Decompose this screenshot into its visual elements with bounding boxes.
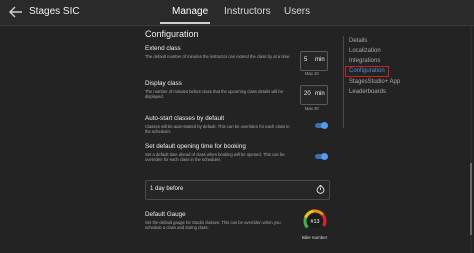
top-bar: Stages SIC Manage Instructors Users [0, 0, 474, 26]
main-content: Configuration Extend class The default n… [0, 26, 474, 253]
tab-users[interactable]: Users [284, 6, 310, 17]
gauge-label: Bike number [302, 235, 328, 240]
app-title: Stages SIC [29, 6, 80, 17]
display-class-title: Display class [145, 80, 182, 87]
sidenav-item-details[interactable]: Details [349, 38, 367, 44]
display-class-max: Max 30 [305, 106, 319, 111]
booking-opening-select[interactable]: 1 day before [145, 180, 330, 200]
sidenav-item-integrations[interactable]: Integrations [349, 58, 380, 64]
tab-instructors[interactable]: Instructors [224, 6, 271, 17]
booking-opening-title: Set default opening time for booking [145, 143, 246, 150]
scrollbar-thumb[interactable] [470, 163, 472, 235]
extend-class-value: 5 [304, 57, 308, 63]
bike-number-gauge-icon[interactable]: #13 [303, 209, 327, 233]
extend-class-unit: min [315, 57, 325, 63]
extend-class-title: Extend class [145, 45, 181, 52]
toggle-knob [321, 122, 328, 129]
gauge-value: #13 [310, 219, 319, 225]
section-title: Configuration [145, 29, 199, 39]
booking-opening-selected-value: 1 day before [150, 186, 184, 192]
sidenav-item-localization[interactable]: Localization [349, 48, 381, 54]
sidenav-divider [343, 36, 344, 128]
sidenav-item-stagesstudio-app[interactable]: StagesStudio+ App [349, 79, 400, 85]
default-gauge-description: Set the default gauge for Studio classes… [145, 220, 281, 231]
display-class-unit: min [315, 91, 325, 97]
booking-opening-toggle[interactable] [315, 153, 328, 160]
display-class-input[interactable]: 20 min [300, 85, 328, 105]
display-class-description: The number of minutes before class that … [145, 89, 284, 100]
auto-start-description: Classes will be auto-started by default.… [145, 124, 290, 135]
toggle-knob [321, 153, 328, 160]
extend-class-input[interactable]: 5 min [300, 51, 328, 71]
tab-manage[interactable]: Manage [172, 6, 208, 17]
sidenav-item-leaderboards[interactable]: Leaderboards [349, 89, 386, 95]
booking-opening-description: Set a default time ahead of class when b… [145, 152, 285, 163]
extend-class-description: The default number of minutes the instru… [145, 54, 291, 59]
timer-icon[interactable] [316, 185, 325, 194]
configuration-highlight-box [345, 66, 389, 77]
default-gauge-title: Default Gauge [145, 211, 186, 218]
display-class-value: 20 [304, 91, 311, 97]
active-tab-indicator [160, 22, 210, 24]
scrollbar[interactable] [468, 26, 474, 253]
auto-start-toggle[interactable] [315, 122, 328, 129]
auto-start-title: Auto-start classes by default [145, 115, 225, 122]
back-arrow-icon[interactable] [9, 6, 23, 18]
extend-class-max: Max 10 [305, 71, 319, 76]
